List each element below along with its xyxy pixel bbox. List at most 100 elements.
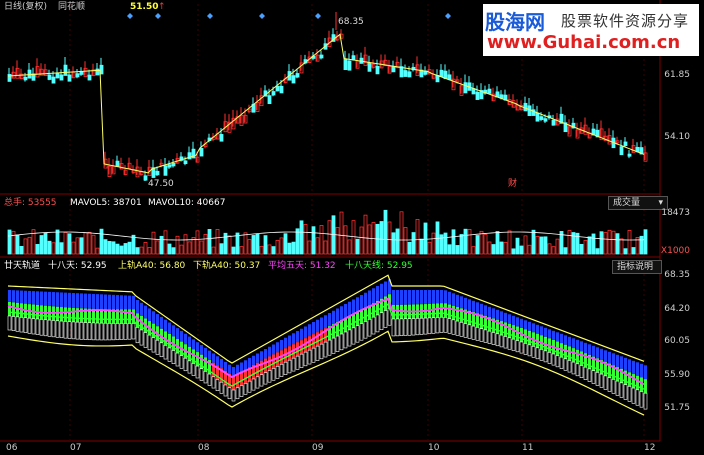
upper-band-bar xyxy=(456,294,459,308)
volume-bar xyxy=(231,246,236,255)
upper-band-bar xyxy=(284,337,287,349)
volume-bar xyxy=(431,232,436,255)
volume-bar xyxy=(443,232,448,255)
mid-band-bar xyxy=(232,376,235,391)
lower-band-bar xyxy=(239,385,244,397)
mid-band-bar xyxy=(440,303,443,318)
lower-band-bar xyxy=(415,318,420,336)
volume-bar xyxy=(187,241,192,255)
upper-band-bar xyxy=(480,303,483,315)
volume-bar xyxy=(11,230,16,255)
lower-band-bar xyxy=(503,336,508,349)
price-candle xyxy=(351,55,356,60)
indicator-line-5: 十八天线: 52.95 xyxy=(345,261,413,271)
lower-band-bar xyxy=(535,347,540,360)
lower-band-bar xyxy=(243,383,248,395)
upper-band-bar xyxy=(220,359,223,369)
event-diamond-icon xyxy=(445,13,451,19)
lower-band-bar xyxy=(395,318,400,337)
upper-band-bar xyxy=(64,292,67,308)
upper-band-bar xyxy=(12,290,15,303)
lower-band-bar xyxy=(343,331,348,349)
indicator-line-1: 十八天: 52.95 xyxy=(48,261,107,271)
volume-bar xyxy=(379,221,384,255)
upper-band-bar xyxy=(80,293,83,309)
volume-bar xyxy=(643,229,648,255)
price-candle xyxy=(199,147,204,157)
upper-band-bar xyxy=(300,328,303,341)
upper-band-bar xyxy=(516,317,519,327)
upper-band-bar xyxy=(84,293,87,309)
upper-band-bar xyxy=(72,293,75,308)
upper-band-bar xyxy=(188,336,191,347)
upper-band-bar xyxy=(280,340,283,351)
lower-band-bar xyxy=(383,310,388,328)
lower-band-bar xyxy=(259,374,264,387)
event-diamond-icon xyxy=(259,13,265,19)
volume-bar xyxy=(483,234,488,255)
volume-bar xyxy=(399,211,404,255)
lower-band-bar xyxy=(283,361,288,376)
upper-band-bar xyxy=(464,297,467,310)
lower-band-bar xyxy=(55,320,60,338)
volume-bar xyxy=(151,231,156,255)
price-candle xyxy=(543,118,548,122)
volume-bar xyxy=(295,228,300,255)
price-candle xyxy=(143,175,148,181)
volume-axis-unit: X1000 xyxy=(660,246,690,256)
indicator-help-button[interactable]: 指标说明 xyxy=(612,260,662,274)
upper-band-bar xyxy=(68,292,71,308)
lower-band-bar xyxy=(547,352,552,364)
upper-band-bar xyxy=(468,299,471,311)
volume-indicator-dropdown[interactable]: 成交量 ▾ xyxy=(608,196,668,210)
lower-band-bar xyxy=(483,329,488,343)
price-candle xyxy=(47,74,52,80)
volume-bar xyxy=(51,242,56,255)
mid-band-bar xyxy=(568,346,571,361)
upper-band-bar xyxy=(632,360,635,375)
high-price-label: 68.35 xyxy=(338,17,364,27)
volume-bar xyxy=(595,248,600,255)
price-candle xyxy=(551,119,556,126)
volume-bar xyxy=(199,240,204,255)
upper-band-bar xyxy=(212,353,215,363)
price-candle xyxy=(115,160,120,167)
volume-bar xyxy=(411,232,416,255)
lower-band-bar xyxy=(363,321,368,339)
upper-band-bar xyxy=(580,341,583,352)
lower-band-bar xyxy=(567,360,572,373)
lower-band-bar xyxy=(103,322,108,341)
lower-band-bar xyxy=(447,318,452,334)
lower-band-bar xyxy=(87,322,92,341)
upper-band-bar xyxy=(500,311,503,322)
volume-bar xyxy=(127,241,132,255)
volume-bar xyxy=(271,246,276,255)
volume-bar xyxy=(255,233,260,255)
upper-band-bar xyxy=(400,290,403,305)
lower-band-bar xyxy=(27,317,32,334)
volume-bar xyxy=(423,222,428,255)
lower-band-bar xyxy=(527,344,532,357)
price-candle xyxy=(319,54,324,59)
upper-band-bar xyxy=(616,354,619,368)
volume-bar xyxy=(447,244,452,255)
lower-band-bar xyxy=(163,345,168,360)
price-candle xyxy=(535,112,540,122)
lower-band-bar xyxy=(15,316,20,332)
upper-band-bar xyxy=(88,293,91,309)
lower-band-bar xyxy=(131,323,136,340)
upper-band-bar xyxy=(544,327,547,337)
volume-bar xyxy=(515,237,520,255)
lower-band-bar xyxy=(611,379,616,394)
upper-band-bar xyxy=(272,344,275,355)
volume-bar xyxy=(47,240,52,255)
price-candle xyxy=(271,91,276,96)
volume-bar xyxy=(275,239,280,255)
lower-band-bar xyxy=(151,337,156,353)
lower-band-bar xyxy=(335,335,340,352)
watermark-subtitle: 股票软件资源分享 xyxy=(561,12,690,30)
upper-band-bar xyxy=(100,294,103,310)
lower-band-bar xyxy=(471,325,476,340)
upper-band-bar xyxy=(404,290,407,305)
upper-band-bar xyxy=(292,333,295,345)
